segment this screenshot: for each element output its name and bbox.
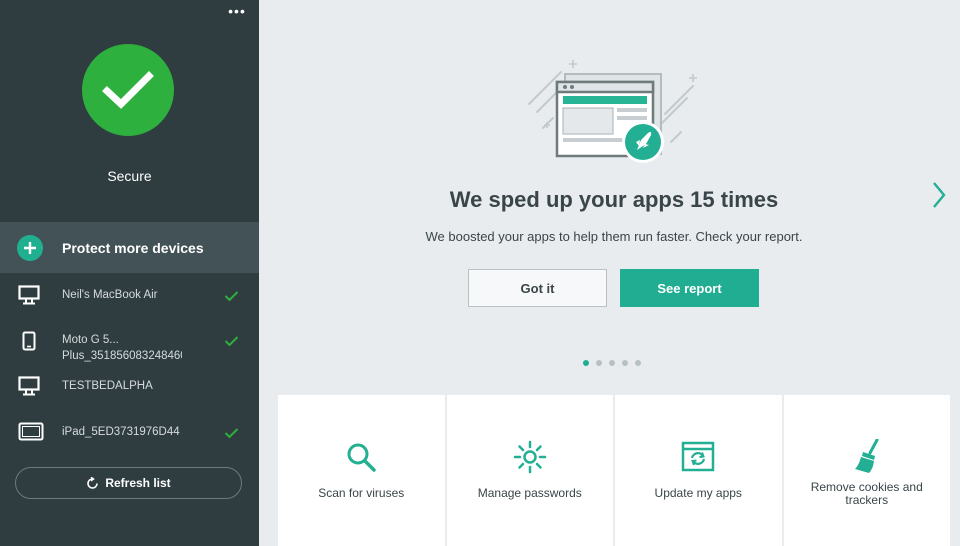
carousel-dot[interactable]: [609, 360, 615, 366]
carousel-dot[interactable]: [583, 360, 589, 366]
device-name: iPad_5ED3731976D44: [62, 426, 180, 438]
check-icon: [224, 428, 239, 439]
carousel-dot[interactable]: [635, 360, 641, 366]
scan-for-viruses-label: Scan for viruses: [318, 486, 405, 500]
update-window-icon: [682, 441, 715, 472]
carousel-pagination: [583, 360, 641, 368]
password-sparkle-icon: [513, 440, 546, 474]
check-icon: [224, 291, 239, 302]
update-my-apps-label: Update my apps: [654, 486, 742, 500]
checkmark-icon: [102, 71, 154, 109]
scan-for-viruses-tile[interactable]: Scan for viruses: [278, 395, 445, 546]
carousel-dot[interactable]: [596, 360, 602, 366]
device-item[interactable]: Moto G 5... Plus_351856083248460: [0, 329, 259, 365]
manage-passwords-label: Manage passwords: [477, 486, 582, 500]
manage-passwords-tile[interactable]: Manage passwords: [446, 395, 613, 546]
promo-headline: We sped up your apps 15 times: [449, 187, 779, 212]
promo-description: We boosted your apps to help them run fa…: [425, 229, 803, 244]
device-item[interactable]: TESTBEDALPHA: [0, 374, 259, 400]
speed-up-apps-illustration: [528, 60, 697, 163]
chevron-right-icon[interactable]: [929, 180, 949, 210]
secure-status-icon: [82, 44, 174, 136]
plus-icon: [17, 235, 43, 261]
refresh-list-button[interactable]: Refresh list: [15, 467, 242, 499]
got-it-button[interactable]: Got it: [468, 269, 607, 307]
carousel-dot[interactable]: [622, 360, 628, 366]
device-name: TESTBEDALPHA: [62, 380, 153, 392]
device-item[interactable]: Neil's MacBook Air: [0, 283, 259, 311]
monitor-icon: [18, 376, 40, 396]
remove-cookies-tile[interactable]: Remove cookies and trackers: [783, 395, 950, 546]
device-name-line2: Plus_351856083248460: [62, 350, 182, 362]
update-my-apps-tile[interactable]: Update my apps: [615, 395, 782, 546]
broom-icon: [854, 439, 879, 473]
phone-icon: [22, 331, 36, 351]
check-icon: [224, 336, 239, 347]
monitor-icon: [18, 285, 40, 305]
refresh-list-label: Refresh list: [105, 476, 171, 490]
search-icon: [347, 443, 376, 472]
more-options-button[interactable]: •••: [226, 4, 248, 22]
sidebar: ••• Secure Protect more devices Neil's M…: [0, 0, 259, 546]
protect-more-devices-label: Protect more devices: [62, 240, 204, 256]
protect-more-devices-button[interactable]: Protect more devices: [0, 222, 259, 273]
remove-cookies-label: Remove cookies and trackers: [810, 480, 923, 507]
status-label: Secure: [107, 168, 152, 184]
device-item[interactable]: iPad_5ED3731976D44: [0, 420, 259, 446]
device-name-line1: Moto G 5...: [62, 334, 119, 346]
refresh-icon: [87, 476, 99, 489]
see-report-button[interactable]: See report: [620, 269, 759, 307]
tablet-icon: [18, 422, 44, 441]
quick-actions: Scan for viruses Manage passwords Update…: [278, 395, 950, 546]
main-panel: We sped up your apps 15 times We boosted…: [259, 0, 960, 546]
device-name: Neil's MacBook Air: [62, 289, 158, 301]
